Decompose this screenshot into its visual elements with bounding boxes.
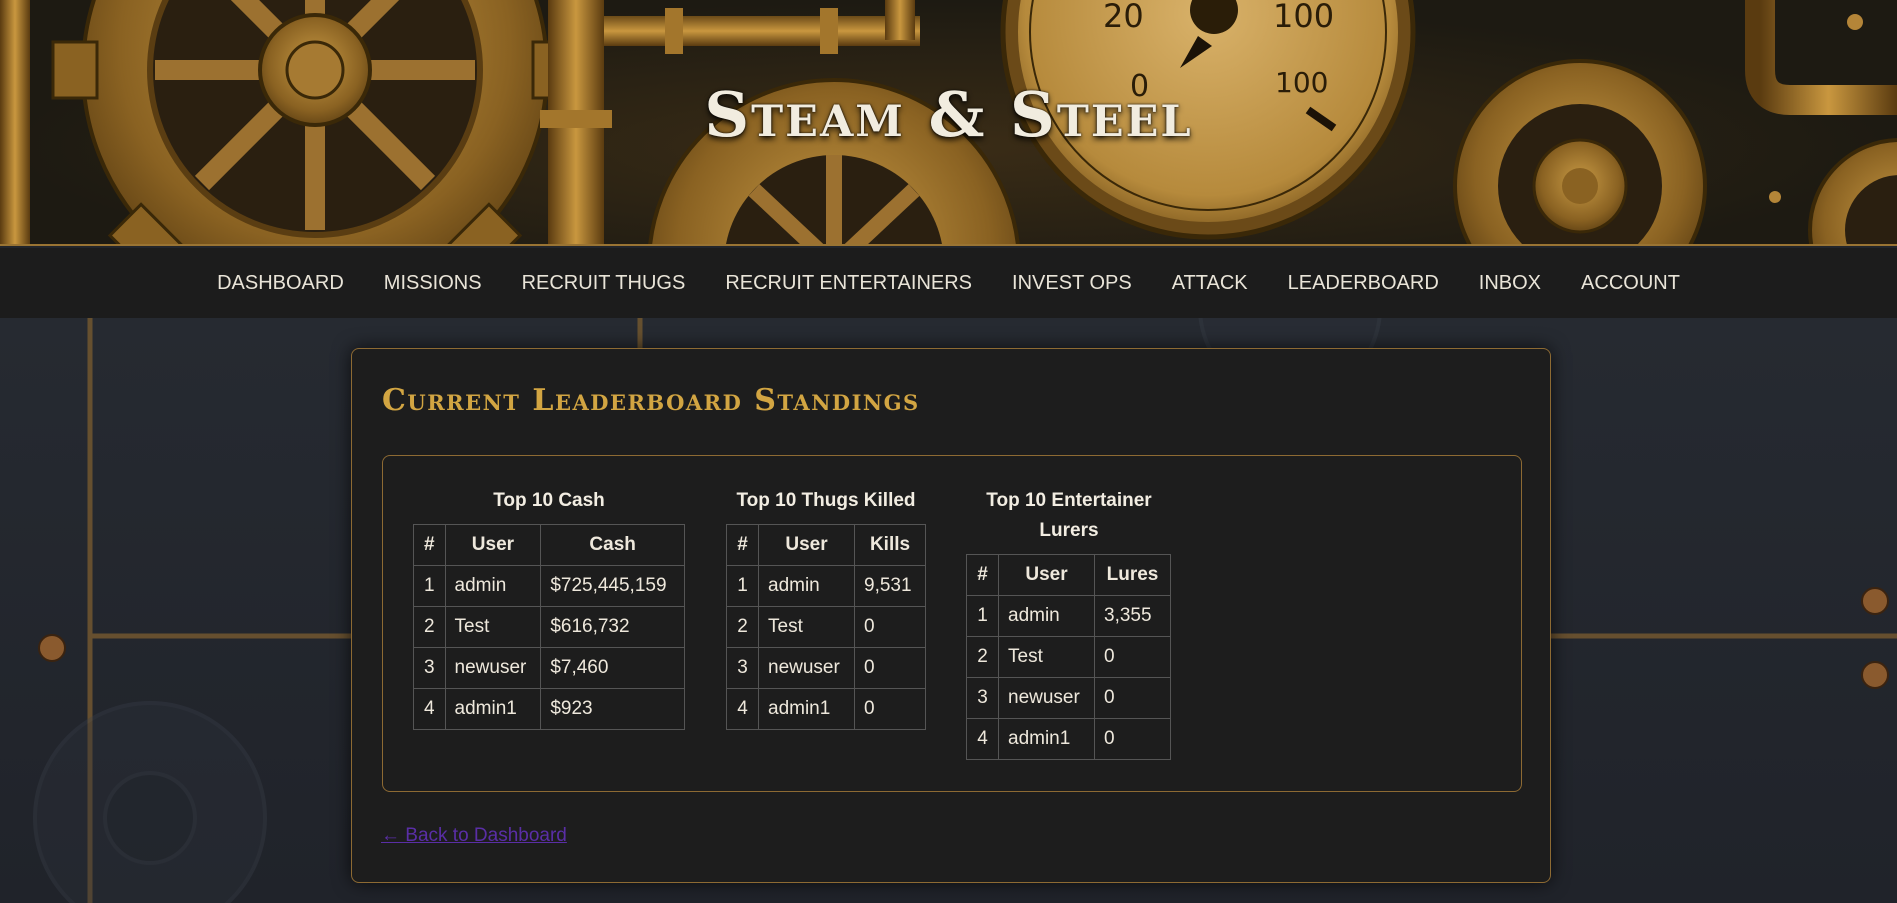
rank-cell: 2 <box>966 636 999 678</box>
nav-dashboard[interactable]: DASHBOARD <box>197 248 364 318</box>
nav-leaderboard[interactable]: LEADERBOARD <box>1268 248 1459 318</box>
column-header: User <box>444 524 542 566</box>
nav-account[interactable]: ACCOUNT <box>1561 248 1700 318</box>
kills-cell: 0 <box>854 606 926 648</box>
user-cell: admin1 <box>444 688 542 730</box>
rank-cell: 1 <box>726 565 759 607</box>
user-cell: Test <box>758 606 855 648</box>
table-row: 4 admin1 $923 <box>413 688 685 730</box>
lures-cell: 0 <box>1094 718 1171 760</box>
table-row: 3 newuser 0 <box>966 677 1171 719</box>
cash-table: # User Cash 1 admin $725,445,159 2 Test … <box>413 524 685 730</box>
lures-table: # User Lures 1 admin 3,355 2 Test 0 3 ne… <box>966 554 1171 760</box>
rank-cell: 1 <box>413 565 446 607</box>
rank-cell: 3 <box>726 647 759 689</box>
nav-inbox[interactable]: INBOX <box>1459 248 1561 318</box>
kills-cell: 9,531 <box>854 565 926 607</box>
cash-cell: $616,732 <box>540 606 685 648</box>
table-row: 1 admin 3,355 <box>966 595 1171 637</box>
cash-leaderboard-title: Top 10 Cash <box>493 490 605 511</box>
table-row: 4 admin1 0 <box>726 688 926 730</box>
rank-cell: 4 <box>966 718 999 760</box>
user-cell: Test <box>444 606 542 648</box>
lures-cell: 3,355 <box>1094 595 1171 637</box>
rank-cell: 1 <box>966 595 999 637</box>
lures-cell: 0 <box>1094 636 1171 678</box>
table-row: 4 admin1 0 <box>966 718 1171 760</box>
rank-cell: 4 <box>413 688 446 730</box>
page-title: Current Leaderboard Standings <box>382 383 920 418</box>
gauge-label: 100 <box>1273 0 1334 35</box>
table-row: 1 admin 9,531 <box>726 565 926 607</box>
leaderboard-card: Current Leaderboard Standings Top 10 Cas… <box>351 348 1551 883</box>
kills-leaderboard: Top 10 Thugs Killed # User Kills 1 admin… <box>726 486 926 730</box>
rank-cell: 3 <box>966 677 999 719</box>
lures-title-line2: Lurers <box>1039 520 1099 541</box>
leaderboards-container: Top 10 Cash # User Cash 1 admin $725,445… <box>382 455 1522 792</box>
site-title: Steam & Steel <box>704 78 1193 151</box>
user-cell: newuser <box>758 647 855 689</box>
column-header: Kills <box>854 524 926 566</box>
column-header: User <box>998 554 1095 596</box>
table-header-row: # User Lures <box>966 554 1171 596</box>
kills-cell: 0 <box>854 647 926 689</box>
table-header-row: # User Kills <box>726 524 926 566</box>
column-header: # <box>726 524 759 566</box>
main-nav: DASHBOARD MISSIONS RECRUIT THUGS RECRUIT… <box>0 248 1897 318</box>
user-cell: admin1 <box>758 688 855 730</box>
lures-title-line1: Top 10 Entertainer <box>986 490 1152 511</box>
table-row: 3 newuser $7,460 <box>413 647 685 689</box>
lures-leaderboard-title: Top 10 Entertainer Lurers <box>966 486 1172 546</box>
column-header: # <box>413 524 446 566</box>
nav-recruit-entertainers[interactable]: RECRUIT ENTERTAINERS <box>705 248 992 318</box>
kills-cell: 0 <box>854 688 926 730</box>
user-cell: Test <box>998 636 1095 678</box>
header-banner: 20 100 0 100 Steam & Steel <box>0 0 1897 246</box>
back-to-dashboard-link[interactable]: ← Back to Dashboard <box>381 825 567 847</box>
gauge-label: 20 <box>1103 0 1144 35</box>
nav-invest-ops[interactable]: INVEST OPS <box>992 248 1152 318</box>
user-cell: admin <box>444 565 542 607</box>
nav-missions[interactable]: MISSIONS <box>364 248 502 318</box>
column-header: Lures <box>1094 554 1171 596</box>
user-cell: admin <box>998 595 1095 637</box>
table-row: 1 admin $725,445,159 <box>413 565 685 607</box>
table-row: 2 Test 0 <box>966 636 1171 678</box>
table-row: 2 Test 0 <box>726 606 926 648</box>
rank-cell: 2 <box>726 606 759 648</box>
table-row: 3 newuser 0 <box>726 647 926 689</box>
kills-leaderboard-title: Top 10 Thugs Killed <box>736 490 916 511</box>
column-header: # <box>966 554 999 596</box>
rank-cell: 2 <box>413 606 446 648</box>
cash-cell: $725,445,159 <box>540 565 685 607</box>
table-header-row: # User Cash <box>413 524 685 566</box>
cash-cell: $7,460 <box>540 647 685 689</box>
user-cell: admin <box>758 565 855 607</box>
cash-cell: $923 <box>540 688 685 730</box>
user-cell: admin1 <box>998 718 1095 760</box>
nav-attack[interactable]: ATTACK <box>1152 248 1268 318</box>
column-header: User <box>758 524 855 566</box>
table-row: 2 Test $616,732 <box>413 606 685 648</box>
nav-recruit-thugs[interactable]: RECRUIT THUGS <box>502 248 706 318</box>
rank-cell: 4 <box>726 688 759 730</box>
user-cell: newuser <box>444 647 542 689</box>
user-cell: newuser <box>998 677 1095 719</box>
cash-leaderboard: Top 10 Cash # User Cash 1 admin $725,445… <box>413 486 685 730</box>
column-header: Cash <box>540 524 685 566</box>
kills-table: # User Kills 1 admin 9,531 2 Test 0 3 ne… <box>726 524 926 730</box>
lures-leaderboard: Top 10 Entertainer Lurers # User Lures 1… <box>966 486 1172 760</box>
rank-cell: 3 <box>413 647 446 689</box>
lures-cell: 0 <box>1094 677 1171 719</box>
